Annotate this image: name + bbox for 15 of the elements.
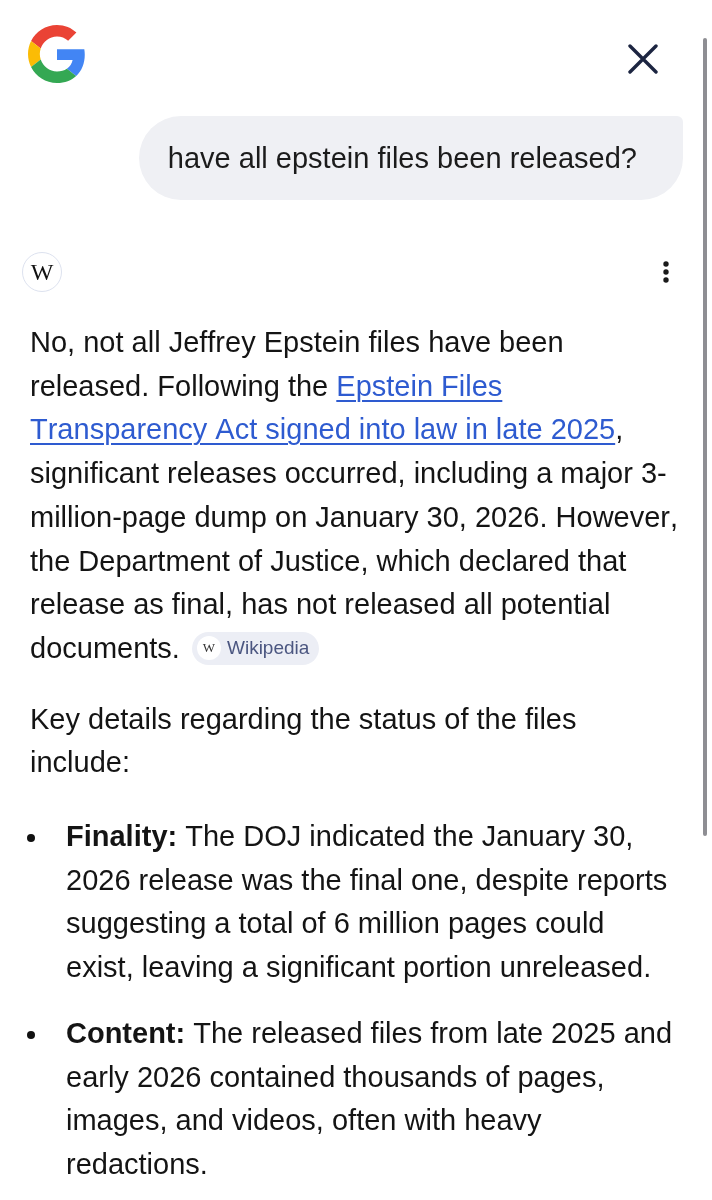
g-logo-icon: [28, 25, 86, 83]
list-item-text: Finality: The DOJ indicated the January 30, 2026 release was the final one, despite reports suggesting a total of 6 million pages could exist, leaving a significant portion unreleased.: [66, 819, 669, 986]
article-link[interactable]: Transparency Act signed into law in late 2025: [30, 413, 616, 446]
bullet-icon: [27, 1030, 35, 1039]
more-options-icon[interactable]: [662, 261, 670, 283]
source-chip[interactable]: W Wikipedia: [192, 631, 320, 665]
bullet-icon: [27, 834, 35, 843]
close-icon[interactable]: [628, 44, 658, 74]
list-item-text: Content: The released files from late 2025 and early 2026 contained thousands of pages, images, and videos, often with heavy redactions.: [66, 1015, 674, 1182]
source-logo-icon: W: [197, 636, 221, 661]
scrollbar-thumb[interactable]: [703, 38, 707, 836]
article-link[interactable]: Epstein Files: [336, 369, 503, 402]
answer-paragraph: No, not all Jeffrey Epstein files have been released. Following the Epstein Files Transparency Act signed into law in late 2025, significant releases occurred, including a major 3-million-page dump on January 30, 2026. However, the Department of Justice, which declared that release as final, has not released all potential documents. W Wikipedia: [30, 325, 680, 667]
query-bubble: have all epstein files been released?: [138, 116, 683, 200]
answer-paragraph: Key details regarding the status of the files include:: [30, 701, 578, 781]
